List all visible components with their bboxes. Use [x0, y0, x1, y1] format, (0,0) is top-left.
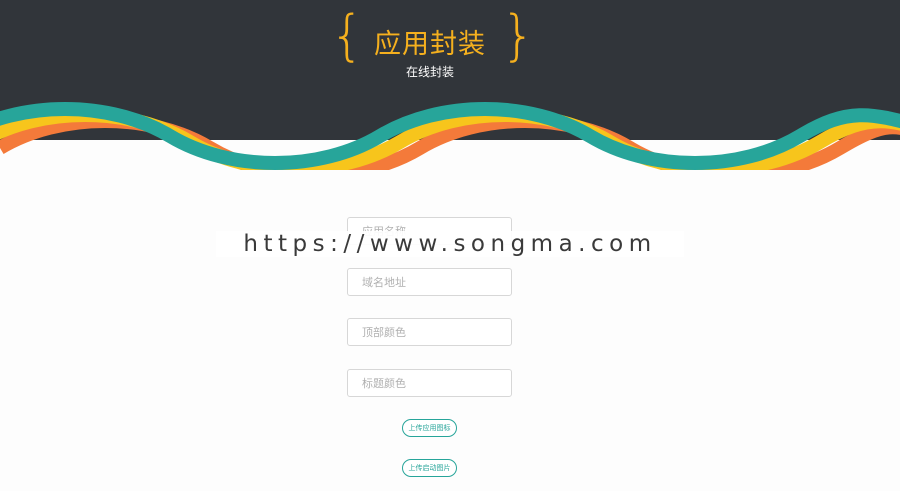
- domain-address-input[interactable]: [347, 268, 512, 296]
- top-color-input[interactable]: [347, 318, 512, 346]
- upload-splash-image-button[interactable]: 上传启动图片: [402, 459, 457, 477]
- header: { 应用封装 } 在线封装: [0, 0, 900, 170]
- title-color-input[interactable]: [347, 369, 512, 397]
- right-brace: }: [501, 4, 536, 67]
- page-subtitle: 在线封装: [405, 65, 454, 79]
- upload-app-icon-button[interactable]: 上传应用图标: [402, 419, 457, 437]
- page-title: 应用封装: [374, 29, 486, 60]
- watermark: https://www.songma.com: [216, 231, 684, 257]
